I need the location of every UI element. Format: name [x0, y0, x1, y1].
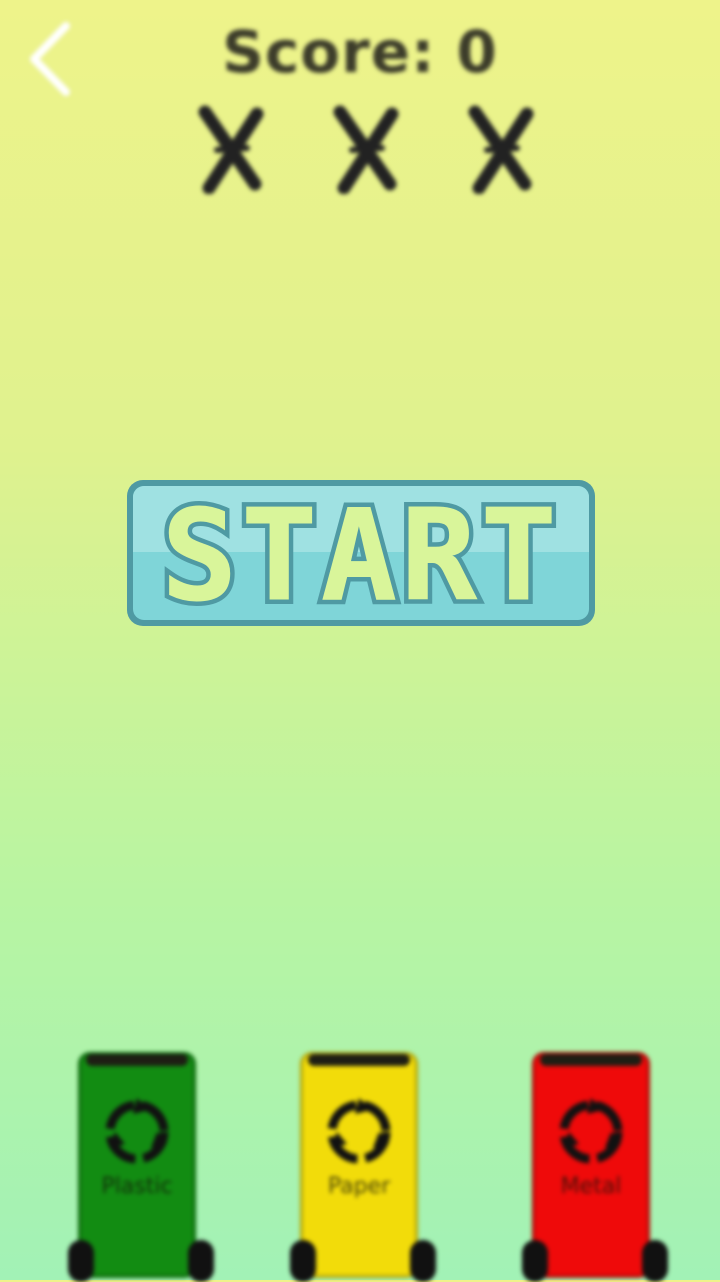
- bin-metal[interactable]: Metal: [522, 1048, 668, 1282]
- bin-label: Metal: [560, 1174, 622, 1199]
- life-x-icon: [330, 104, 410, 195]
- lives-indicator: [0, 104, 720, 200]
- bin-lid: [540, 1054, 642, 1066]
- score-label: Score: 0: [222, 18, 498, 86]
- bin-row: Plastic Paper Metal: [0, 1040, 720, 1282]
- life-x-icon: [465, 104, 545, 195]
- bin-paper[interactable]: Paper: [290, 1048, 436, 1282]
- bin-wheel: [522, 1240, 548, 1282]
- bin-plastic[interactable]: Plastic: [68, 1048, 214, 1282]
- bin-label: Paper: [327, 1174, 391, 1199]
- bin-wheel: [188, 1240, 214, 1282]
- bin-wheel: [410, 1240, 436, 1282]
- recycle-icon: [559, 1098, 623, 1164]
- bin-label: Plastic: [101, 1174, 173, 1199]
- recycle-icon: [327, 1098, 391, 1164]
- start-button[interactable]: START START: [125, 477, 597, 634]
- bin-lid: [308, 1054, 410, 1066]
- bin-wheel: [642, 1240, 668, 1282]
- bin-lid: [86, 1054, 188, 1066]
- bin-wheel: [290, 1240, 316, 1282]
- start-button-label-face: START: [161, 482, 560, 628]
- life-x-icon: [195, 104, 275, 195]
- recycle-icon: [105, 1098, 169, 1164]
- bin-wheel: [68, 1240, 94, 1282]
